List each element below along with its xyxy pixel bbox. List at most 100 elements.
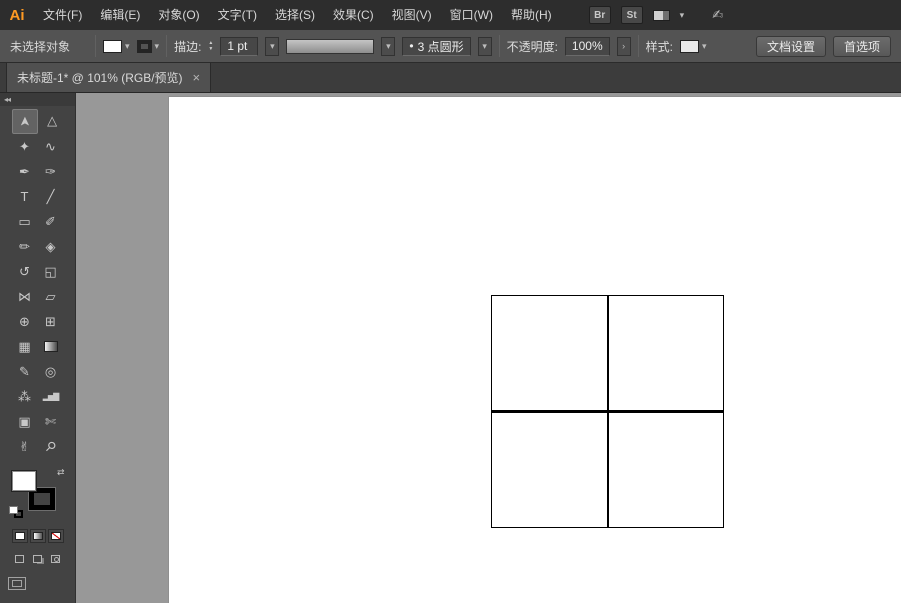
artboard-tool[interactable]: ▣: [12, 409, 38, 434]
draw-normal-button[interactable]: [12, 552, 27, 565]
stock-button[interactable]: St: [620, 6, 643, 24]
rectangle-icon: ▭: [18, 214, 31, 229]
style-swatch-icon: [679, 39, 699, 53]
stepper-down-icon[interactable]: ▼: [208, 46, 213, 52]
width-profile-arrow[interactable]: ▾: [381, 36, 396, 56]
grid-horizontal-line: [492, 410, 723, 413]
mesh-tool[interactable]: ▦: [12, 334, 38, 359]
magic-wand-tool[interactable]: ✦: [12, 134, 38, 159]
type-tool[interactable]: T: [12, 184, 38, 209]
slice-icon: ✄: [45, 414, 56, 429]
type-icon: T: [20, 189, 29, 204]
menu-edit[interactable]: 编辑(E): [91, 0, 149, 30]
pencil-tool[interactable]: ✏: [12, 234, 38, 259]
magic-wand-icon: ✦: [19, 139, 30, 154]
rotate-icon: ↺: [19, 264, 30, 279]
eraser-tool[interactable]: ◈: [38, 234, 64, 259]
draw-inside-button[interactable]: [48, 552, 63, 565]
stroke-color-dropdown[interactable]: ▾: [136, 39, 159, 53]
swap-fill-stroke-icon[interactable]: ⇄: [57, 467, 65, 478]
zoom-icon: ⚲: [41, 437, 60, 456]
gradient-tool[interactable]: [38, 334, 64, 359]
draw-behind-button[interactable]: [30, 552, 45, 565]
divider: [166, 35, 168, 57]
chevron-down-icon: ▾: [270, 40, 275, 51]
gradient-mode-button[interactable]: [29, 529, 46, 543]
paintbrush-tool[interactable]: ✐: [38, 209, 64, 234]
menu-window[interactable]: 窗口(W): [441, 0, 502, 30]
free-transform-tool[interactable]: ▱: [38, 284, 64, 309]
chevron-down-icon[interactable]: ▾: [680, 10, 685, 21]
menu-type[interactable]: 文字(T): [209, 0, 266, 30]
opacity-field[interactable]: 100%: [564, 36, 610, 56]
rotate-tool[interactable]: ↺: [12, 259, 38, 284]
shape-builder-tool[interactable]: ⊕: [12, 309, 38, 334]
slice-tool[interactable]: ✄: [38, 409, 64, 434]
none-mode-button[interactable]: [47, 529, 64, 543]
bridge-button[interactable]: Br: [588, 6, 611, 24]
stroke-weight-dropdown[interactable]: ▾: [265, 36, 280, 56]
opacity-panel-button[interactable]: ›: [616, 36, 631, 56]
width-profile-dropdown[interactable]: [286, 38, 375, 54]
pen-tool[interactable]: ✒: [12, 159, 38, 184]
perspective-grid-tool[interactable]: ⊞: [38, 309, 64, 334]
width-tool[interactable]: ⋈: [12, 284, 38, 309]
control-bar: 未选择对象 ▾ ▾ 描边: ▲ ▼ 1 pt ▾ ▾ • 3 点圆形 ▾ 不透明…: [0, 30, 901, 63]
document-setup-button[interactable]: 文档设置: [755, 35, 826, 57]
tools-panel: ◂◂ ➤ ▷ ✦ ∿ ✒ ✑ T ╱ ▭ ✐ ✏ ◈ ↺ ◱ ⋈ ▱ ⊕ ⊞ ▦…: [0, 93, 76, 603]
symbol-sprayer-tool[interactable]: ⁂: [12, 384, 38, 409]
default-fill-stroke-icon[interactable]: [8, 506, 25, 519]
close-icon[interactable]: ×: [193, 70, 201, 85]
document-tab[interactable]: 未标题-1* @ 101% (RGB/预览) ×: [6, 63, 212, 92]
menu-effect[interactable]: 效果(C): [324, 0, 383, 30]
draw-behind-icon: [33, 554, 42, 563]
style-dropdown[interactable]: ▾: [679, 39, 707, 53]
tool-grid: ➤ ▷ ✦ ∿ ✒ ✑ T ╱ ▭ ✐ ✏ ◈ ↺ ◱ ⋈ ▱ ⊕ ⊞ ▦ ✎ …: [11, 109, 64, 459]
screen-mode-button[interactable]: [8, 577, 26, 590]
menu-help[interactable]: 帮助(H): [502, 0, 561, 30]
chevron-down-icon: ▾: [482, 40, 487, 51]
brush-definition-field[interactable]: • 3 点圆形: [402, 36, 471, 56]
line-segment-tool[interactable]: ╱: [38, 184, 64, 209]
color-chip-icon: [14, 532, 25, 540]
drawing-mode-buttons: [0, 552, 75, 565]
rectangle-tool[interactable]: ▭: [12, 209, 38, 234]
touch-hand-icon[interactable]: ✍: [712, 7, 723, 23]
stroke-swatch-icon: [136, 39, 152, 53]
menu-view[interactable]: 视图(V): [383, 0, 441, 30]
fill-color-dropdown[interactable]: ▾: [103, 39, 130, 53]
direct-selection-tool[interactable]: ▷: [38, 109, 64, 134]
lasso-tool[interactable]: ∿: [38, 134, 64, 159]
blend-tool[interactable]: ◎: [38, 359, 64, 384]
stroke-weight-stepper[interactable]: ▲ ▼: [208, 40, 213, 52]
fill-color-swatch[interactable]: [10, 470, 37, 492]
color-mode-button[interactable]: [11, 529, 28, 543]
pen-icon: ✒: [19, 164, 30, 179]
panel-collapse-button[interactable]: ◂◂: [0, 93, 75, 106]
column-graph-tool[interactable]: ▂▅▇: [38, 384, 64, 409]
selection-tool[interactable]: ➤: [11, 109, 38, 134]
stepper-up-icon[interactable]: ▲: [208, 40, 213, 46]
eyedropper-tool[interactable]: ✎: [12, 359, 38, 384]
brush-definition-dropdown[interactable]: ▾: [477, 36, 492, 56]
hand-tool[interactable]: ✌: [12, 434, 38, 459]
menu-object[interactable]: 对象(O): [149, 0, 208, 30]
stroke-weight-field[interactable]: 1 pt: [220, 36, 259, 56]
workspace-switcher-icon[interactable]: [652, 9, 670, 21]
fill-stroke-control: ⇄: [8, 467, 67, 519]
zoom-tool[interactable]: ⚲: [38, 434, 64, 459]
preferences-button[interactable]: 首选项: [832, 35, 891, 57]
curvature-tool[interactable]: ✑: [38, 159, 64, 184]
canvas[interactable]: [76, 93, 901, 603]
selection-icon: ➤: [17, 116, 32, 127]
artboard[interactable]: [168, 96, 901, 603]
style-label: 样式:: [645, 39, 673, 54]
menu-file[interactable]: 文件(F): [34, 0, 91, 30]
square-grid-shape[interactable]: [491, 295, 724, 528]
selection-status: 未选择对象: [10, 39, 71, 54]
chevron-down-icon: ▾: [125, 40, 130, 51]
symbol-sprayer-icon: ⁂: [18, 389, 31, 404]
scale-tool[interactable]: ◱: [38, 259, 64, 284]
pencil-icon: ✏: [19, 239, 30, 254]
menu-select[interactable]: 选择(S): [266, 0, 324, 30]
